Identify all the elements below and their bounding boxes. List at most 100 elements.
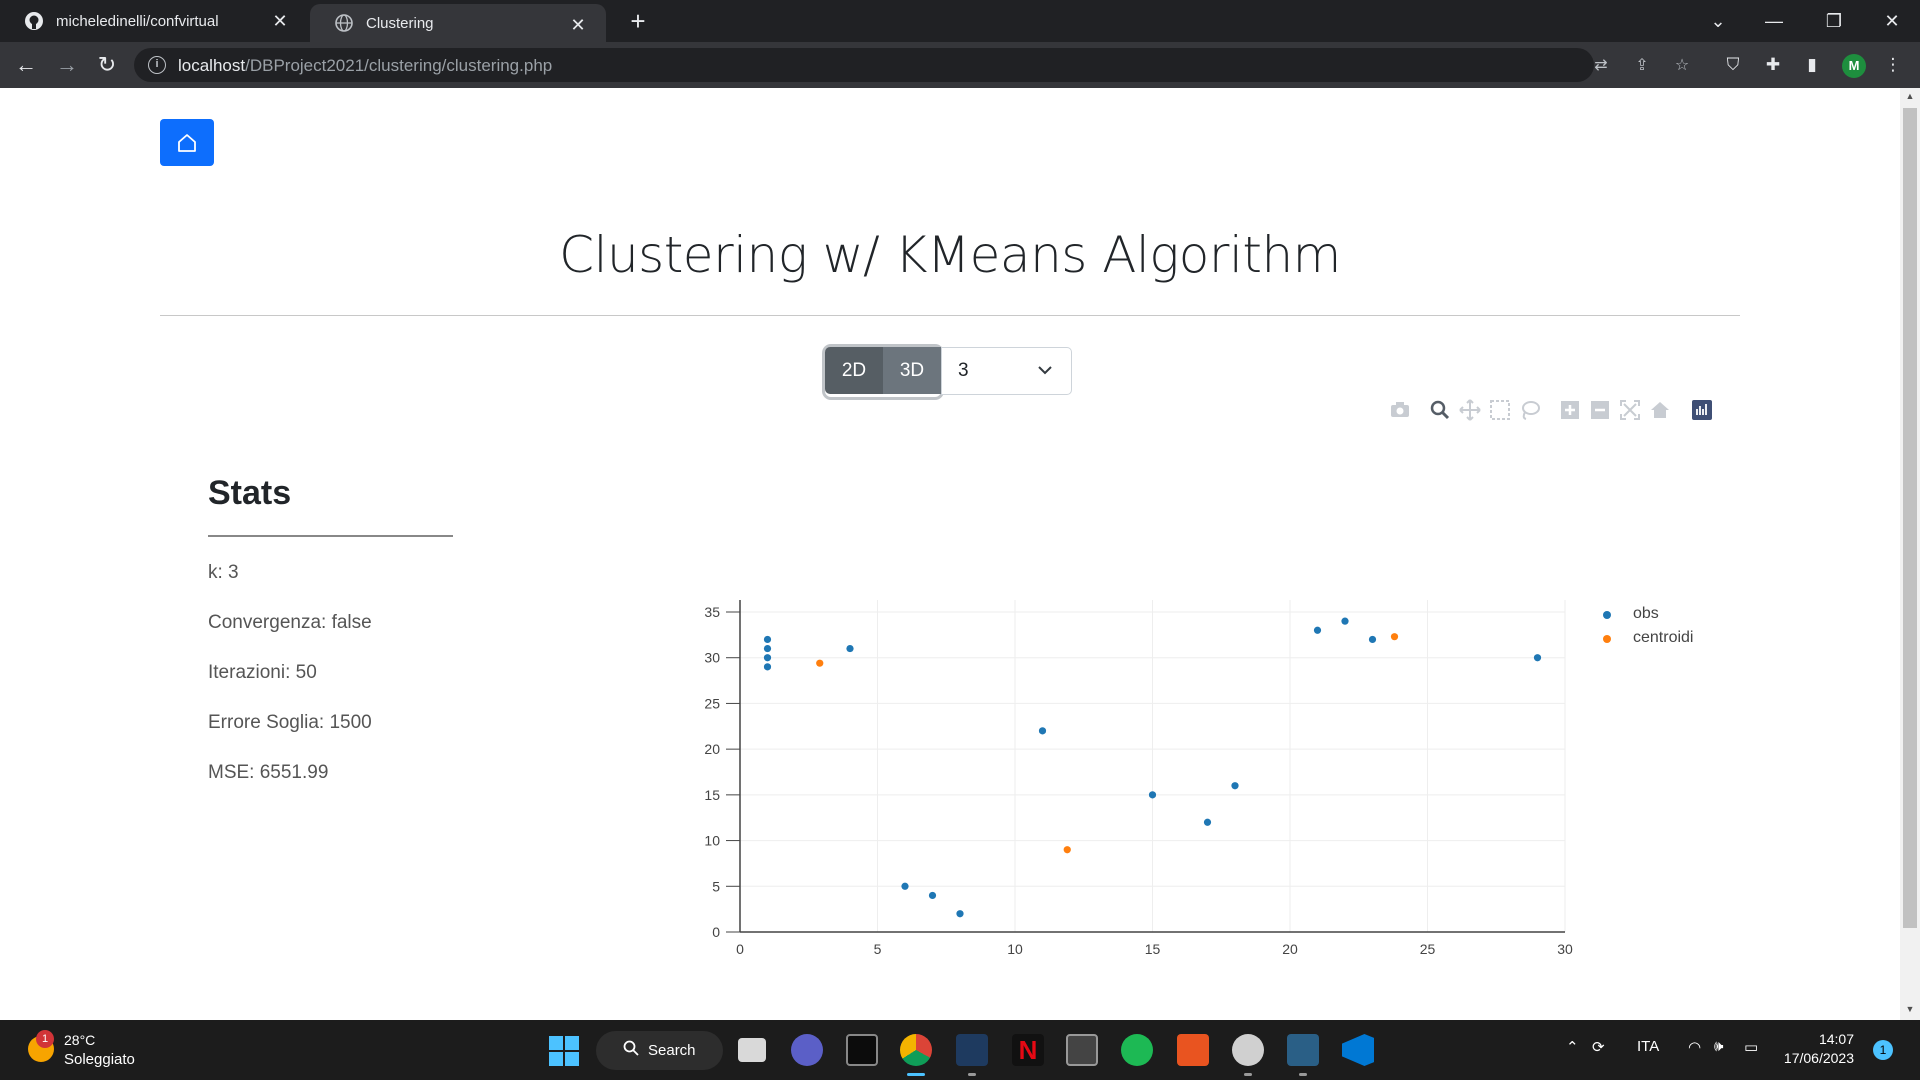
stats-heading: Stats xyxy=(208,474,292,512)
address-bar[interactable]: i localhost/DBProject2021/clustering/clu… xyxy=(134,48,1689,82)
weather-badge: 1 xyxy=(36,1030,54,1048)
stats-divider xyxy=(208,535,453,537)
scroll-up-icon[interactable]: ▲ xyxy=(1904,91,1916,101)
box-select-icon[interactable] xyxy=(1488,398,1512,422)
tab-title: Clustering xyxy=(366,14,434,32)
vscode-icon[interactable] xyxy=(1342,1034,1374,1066)
clock-date: 17/06/2023 xyxy=(1783,1050,1854,1066)
wifi-icon[interactable]: ◠ xyxy=(1688,1038,1701,1056)
x-tick-label: 15 xyxy=(1145,941,1161,957)
browser-menu-icon[interactable]: ⋮ xyxy=(1882,54,1904,76)
pan-icon[interactable] xyxy=(1458,398,1482,422)
stat-convergenza: Convergenza: false xyxy=(208,612,372,633)
mysql-workbench-icon[interactable] xyxy=(956,1034,988,1076)
site-info-icon[interactable]: i xyxy=(148,56,166,74)
y-tick-label: 25 xyxy=(704,695,720,711)
url-text[interactable]: localhost/DBProject2021/clustering/clust… xyxy=(178,56,552,76)
stat-errore-soglia: Errore Soglia: 1500 xyxy=(208,712,372,733)
obs-point xyxy=(846,644,854,653)
zoom-out-icon[interactable] xyxy=(1588,398,1612,422)
obs-point xyxy=(763,644,772,653)
scroll-down-icon[interactable]: ▼ xyxy=(1904,1004,1916,1014)
bookmark-star-icon[interactable]: ☆ xyxy=(1672,56,1692,76)
ubuntu-icon[interactable] xyxy=(1177,1034,1209,1066)
stat-mse: MSE: 6551.99 xyxy=(208,762,329,783)
obs-point xyxy=(1533,654,1542,662)
home-button[interactable] xyxy=(160,119,214,166)
stat-iterazioni: Iterazioni: 50 xyxy=(208,662,317,683)
mysql-icon[interactable] xyxy=(1287,1034,1319,1076)
translate-icon[interactable]: ⇄ xyxy=(1591,56,1611,76)
profile-avatar[interactable]: M xyxy=(1842,54,1866,78)
terminal-icon[interactable] xyxy=(846,1034,878,1066)
sync-icon[interactable]: ⟳ xyxy=(1592,1038,1605,1056)
house-icon xyxy=(178,133,196,152)
reset-axes-icon[interactable] xyxy=(1648,398,1672,422)
browser-toolbar: ← → ↻ i localhost/DBProject2021/clusteri… xyxy=(0,42,1920,88)
close-tab-icon[interactable]: ✕ xyxy=(270,11,290,31)
system-clock[interactable]: 14:07 17/06/2023 xyxy=(1782,1030,1854,1068)
tab-confvirtual[interactable]: micheledinelli/confvirtual ✕ xyxy=(0,0,308,42)
netflix-icon[interactable]: N xyxy=(1012,1034,1044,1066)
forward-icon[interactable]: → xyxy=(51,49,83,81)
x-tick-label: 10 xyxy=(1007,941,1023,957)
clock-time: 14:07 xyxy=(1818,1031,1854,1047)
taskbar-search[interactable]: Search xyxy=(596,1031,723,1070)
y-tick-label: 35 xyxy=(704,604,720,620)
tray-overflow-chevron-icon[interactable]: ⌃ xyxy=(1566,1038,1579,1056)
extensions-puzzle-icon[interactable]: ✚ xyxy=(1762,54,1784,76)
shield-extension-icon[interactable]: ⛉ xyxy=(1722,54,1744,76)
new-tab-button[interactable]: + xyxy=(624,8,652,34)
zoom-in-icon[interactable] xyxy=(1558,398,1582,422)
weather-temperature: 28°C xyxy=(64,1032,96,1048)
minimize-button[interactable]: — xyxy=(1746,0,1802,42)
chrome-icon[interactable] xyxy=(900,1034,932,1076)
tab-clustering[interactable]: Clustering ✕ xyxy=(310,4,606,42)
volume-icon[interactable]: 🕪 xyxy=(1714,1038,1723,1055)
tab-title: micheledinelli/confvirtual xyxy=(56,12,219,30)
legend-marker-obs xyxy=(1603,611,1611,619)
toggle-3d-button[interactable]: 3D xyxy=(883,347,941,394)
share-icon[interactable]: ⇪ xyxy=(1632,56,1652,76)
centroid-point xyxy=(1063,846,1071,854)
camera-icon[interactable] xyxy=(1388,398,1412,422)
y-tick-label: 30 xyxy=(704,650,720,666)
windows-logo-tile xyxy=(565,1052,579,1066)
cmd-icon[interactable] xyxy=(1066,1034,1098,1066)
legend-label-centroidi: centroidi xyxy=(1633,629,1694,646)
weather-widget[interactable]: 1 28°C Soleggiato xyxy=(24,1030,224,1070)
task-view-icon[interactable] xyxy=(738,1038,766,1062)
tab-search-icon[interactable]: ⌄ xyxy=(1690,0,1746,42)
k-select[interactable]: 3 xyxy=(941,347,1072,395)
page-scrollbar[interactable]: ▲ ▼ xyxy=(1900,88,1920,1020)
x-tick-label: 25 xyxy=(1420,941,1436,957)
zoom-icon[interactable] xyxy=(1428,398,1452,422)
toggle-2d-button[interactable]: 2D xyxy=(825,347,883,394)
x-tick-label: 0 xyxy=(736,941,744,957)
github-desktop-icon[interactable] xyxy=(1232,1034,1264,1076)
reload-icon[interactable]: ↻ xyxy=(91,49,123,81)
back-icon[interactable]: ← xyxy=(10,49,42,81)
spotify-icon[interactable] xyxy=(1121,1034,1153,1066)
windows-logo-tile xyxy=(549,1052,563,1066)
obs-point xyxy=(1203,818,1212,826)
battery-icon[interactable]: ▭ xyxy=(1744,1038,1758,1056)
notification-badge[interactable]: 1 xyxy=(1873,1040,1893,1060)
obs-point xyxy=(1148,791,1157,799)
globe-icon xyxy=(334,13,354,33)
scatter-plot[interactable]: 0 5 10 15 20 25 30 0 5 10 15 20 25 30 35 xyxy=(640,540,1580,965)
start-button[interactable] xyxy=(549,1036,579,1066)
input-language[interactable]: ITA xyxy=(1637,1038,1659,1055)
close-tab-icon[interactable]: ✕ xyxy=(568,15,588,35)
weather-condition: Soleggiato xyxy=(64,1051,135,1068)
scrollbar-thumb[interactable] xyxy=(1903,108,1917,928)
restore-button[interactable]: ❐ xyxy=(1806,0,1862,42)
plotly-logo-icon[interactable] xyxy=(1690,398,1714,422)
teams-chat-icon[interactable] xyxy=(791,1034,823,1066)
x-tick-label: 20 xyxy=(1282,941,1298,957)
side-panel-icon[interactable]: ▮ xyxy=(1801,54,1823,76)
lasso-select-icon[interactable] xyxy=(1518,398,1542,422)
close-window-button[interactable]: ✕ xyxy=(1864,0,1920,42)
autoscale-icon[interactable] xyxy=(1618,398,1642,422)
x-tick-label: 30 xyxy=(1557,941,1573,957)
